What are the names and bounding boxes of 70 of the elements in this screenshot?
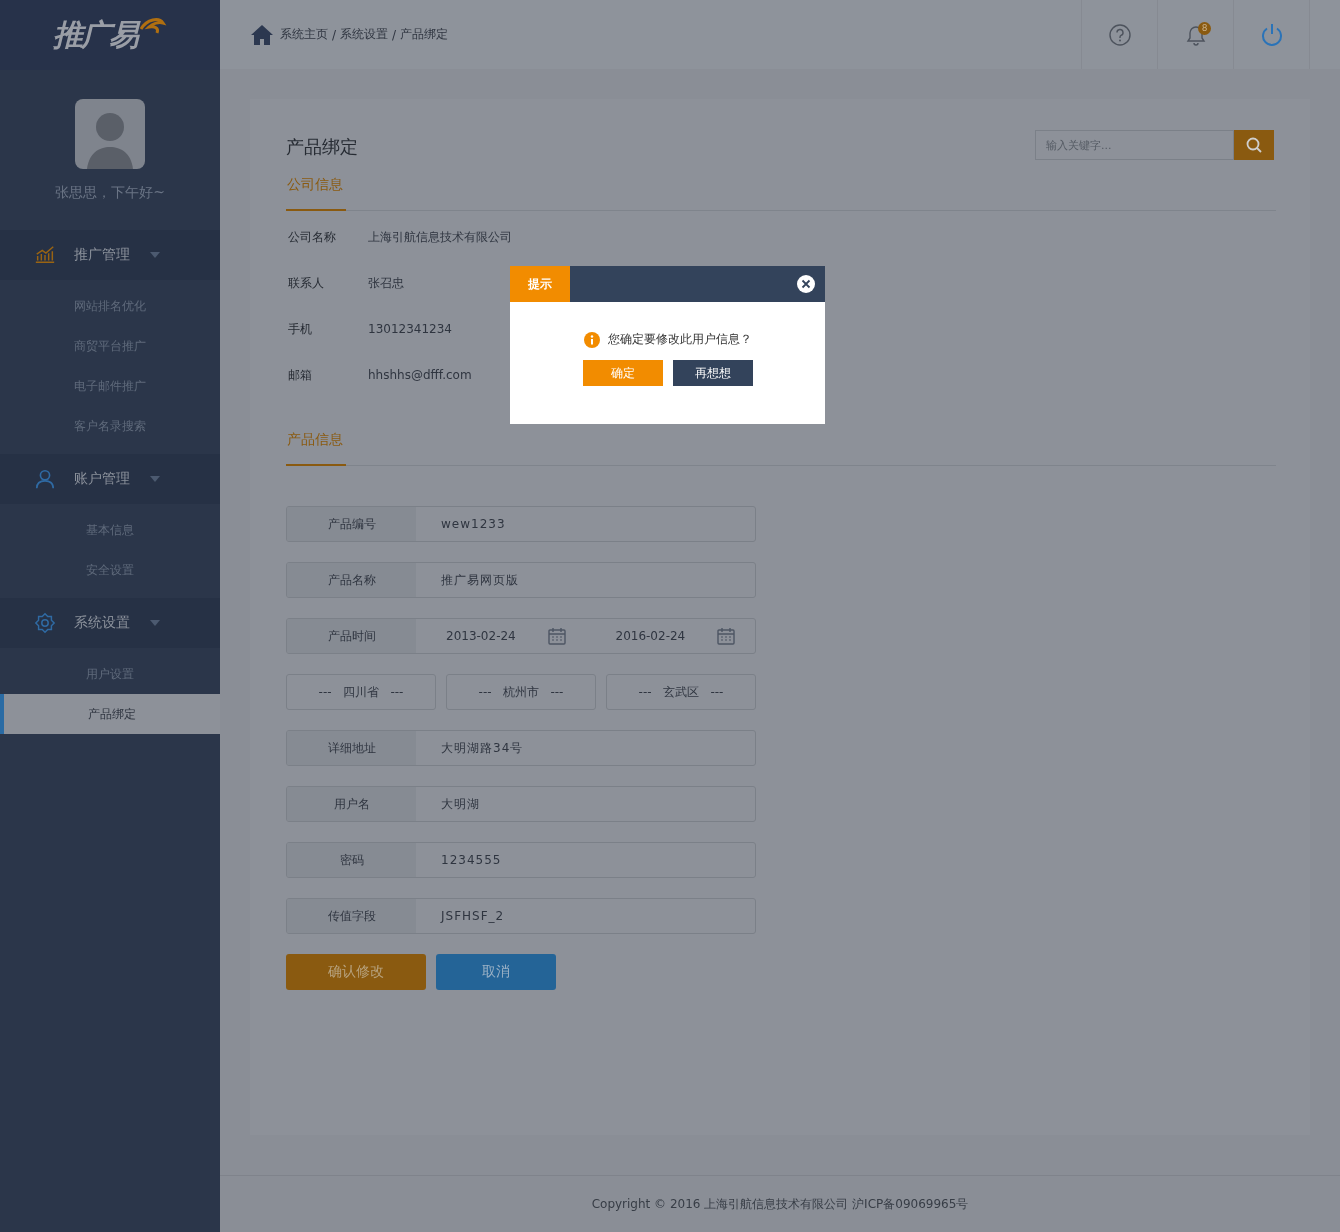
field-value: wew1233 [440, 516, 506, 534]
breadcrumb-link[interactable]: 产品绑定 [400, 26, 449, 44]
nav-group-header[interactable]: 账户管理 [0, 454, 220, 504]
dropdown[interactable]: --- 玄武区 --- [606, 674, 756, 711]
nav-group-label: 账户管理 [74, 470, 130, 488]
field-label: 产品编号 [287, 507, 416, 542]
notification-badge: 8 [1198, 22, 1211, 35]
cancel-button[interactable]: 再想想 [672, 360, 753, 386]
nav-group-header[interactable]: 系统设置 [0, 598, 220, 648]
power-icon[interactable] [1259, 22, 1284, 47]
info-label: 邮箱 [288, 366, 313, 384]
greeting: 张思思，下午好~ [55, 184, 165, 202]
confirm-button[interactable]: 确认修改 [286, 954, 426, 991]
form-field[interactable]: 密码 1234555 [286, 842, 756, 879]
page-title: 产品绑定 [286, 135, 358, 160]
date-input[interactable]: 2013-02-24 [446, 629, 516, 644]
dropdown[interactable]: --- 杭州市 --- [446, 674, 596, 711]
info-icon [583, 331, 600, 348]
form-field[interactable]: 产品名称 推广易网页版 [286, 562, 756, 599]
field-value: 大明湖 [440, 795, 480, 813]
field-label: 用户名 [287, 787, 416, 822]
nav-group-label: 系统设置 [74, 614, 130, 632]
search-button[interactable] [1234, 130, 1274, 161]
info-value: hhshhs@dfff.com [368, 368, 472, 383]
field-label: 传值字段 [287, 899, 416, 934]
calendar-icon[interactable] [547, 627, 566, 646]
calendar-icon[interactable] [717, 627, 735, 646]
nav-group-label: 推广管理 [74, 246, 130, 264]
info-value: 上海引航信息技术有限公司 [368, 228, 512, 246]
caret-icon [150, 476, 160, 482]
caret-icon [150, 252, 160, 258]
form-field[interactable]: 用户名 大明湖 [286, 786, 756, 823]
nav-item[interactable]: 产品绑定 [0, 694, 220, 734]
field-value: 大明湖路34号 [440, 739, 524, 757]
close-icon[interactable] [797, 275, 815, 293]
form-field[interactable]: 产品编号 wew1233 [286, 506, 756, 543]
info-label: 公司名称 [288, 228, 337, 246]
form-field[interactable]: 传值字段 JSFHSF_2 [286, 898, 756, 935]
caret-icon [150, 620, 160, 626]
user-icon [34, 468, 56, 490]
cancel-button[interactable]: 取消 [436, 954, 556, 991]
info-label: 手机 [288, 320, 313, 338]
form-field[interactable]: 详细地址 大明湖路34号 [286, 730, 756, 767]
info-value: 13012341234 [368, 322, 452, 337]
info-label: 联系人 [288, 274, 325, 292]
search-icon [1246, 137, 1262, 154]
field-value: 推广易网页版 [440, 571, 519, 589]
field-value: JSFHSF_2 [439, 908, 505, 926]
field-label: 详细地址 [287, 731, 416, 766]
field-label: 密码 [287, 843, 416, 878]
breadcrumb-link[interactable]: 系统主页 [280, 26, 328, 44]
avatar [75, 99, 145, 169]
copyright-text: Copyright © 2016 上海引航信息技术有限公司 沪ICP备09069965号 [220, 1175, 1340, 1232]
info-value: 张召忠 [368, 274, 404, 292]
dialog-message: 您确定要修改此用户信息？ [607, 331, 752, 348]
settings-icon [34, 612, 56, 634]
nav-group-header[interactable]: 推广管理 [0, 230, 220, 280]
ok-button[interactable]: 确定 [582, 360, 663, 386]
chart-icon [34, 244, 56, 266]
field-label: 产品名称 [287, 563, 416, 598]
help-icon[interactable] [1108, 23, 1131, 46]
breadcrumb-link[interactable]: 系统设置 [340, 26, 389, 44]
breadcrumb-separator: / [332, 27, 337, 42]
field-value: 1234555 [440, 852, 502, 870]
dropdown[interactable]: --- 四川省 --- [286, 674, 436, 711]
breadcrumb-separator: / [392, 27, 397, 42]
home-icon[interactable] [250, 22, 274, 47]
dialog-title: 提示 [510, 266, 570, 302]
date-input[interactable]: 2016-02-24 [615, 629, 686, 644]
field-label: 产品时间 [287, 619, 416, 654]
